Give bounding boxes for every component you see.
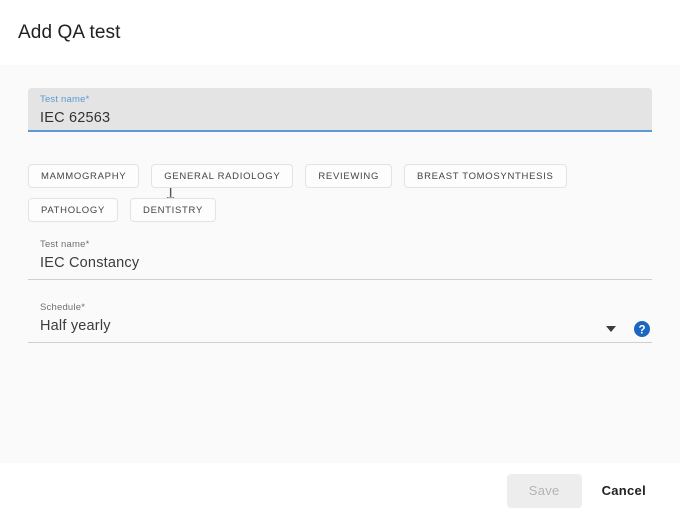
chip-pathology[interactable]: PATHOLOGY xyxy=(28,198,119,222)
test-name-field[interactable]: Test name* IEC Constancy xyxy=(28,238,652,280)
test-name-label: Test name* xyxy=(40,239,90,250)
schedule-field[interactable]: Schedule* Half yearly ? xyxy=(28,301,652,343)
chip-mammography[interactable]: MAMMOGRAPHY xyxy=(28,164,140,188)
chip-breast-tomosynthesis[interactable]: BREAST TOMOSYNTHESIS xyxy=(404,164,567,188)
schedule-label: Schedule* xyxy=(40,302,86,313)
test-name-search-field[interactable]: Test name* IEC 62563 xyxy=(28,88,652,132)
chip-dentistry[interactable]: DENTISTRY xyxy=(130,198,216,222)
dialog-footer: Save Cancel xyxy=(0,463,680,518)
test-name-search-input[interactable]: IEC 62563 xyxy=(40,107,640,129)
cancel-button[interactable]: Cancel xyxy=(588,474,660,508)
add-qa-test-dialog: Add QA test Test name* IEC 62563 MAMMOGR… xyxy=(0,0,680,518)
help-circle-icon[interactable]: ? xyxy=(633,320,651,338)
dialog-body: Test name* IEC 62563 MAMMOGRAPHY GENERAL… xyxy=(0,65,680,463)
page-title: Add QA test xyxy=(18,21,121,43)
test-name-input[interactable]: IEC Constancy xyxy=(40,252,652,274)
suggestion-chip-list: MAMMOGRAPHY GENERAL RADIOLOGY REVIEWING … xyxy=(28,164,656,222)
chevron-down-icon[interactable] xyxy=(606,326,616,332)
chip-general-radiology[interactable]: GENERAL RADIOLOGY xyxy=(151,164,294,188)
dialog-header: Add QA test xyxy=(0,0,680,65)
schedule-select-value[interactable]: Half yearly xyxy=(40,315,652,337)
svg-text:?: ? xyxy=(638,324,645,336)
save-button[interactable]: Save xyxy=(506,473,582,508)
chip-reviewing[interactable]: REVIEWING xyxy=(305,164,393,188)
test-name-search-label: Test name* xyxy=(40,94,90,105)
